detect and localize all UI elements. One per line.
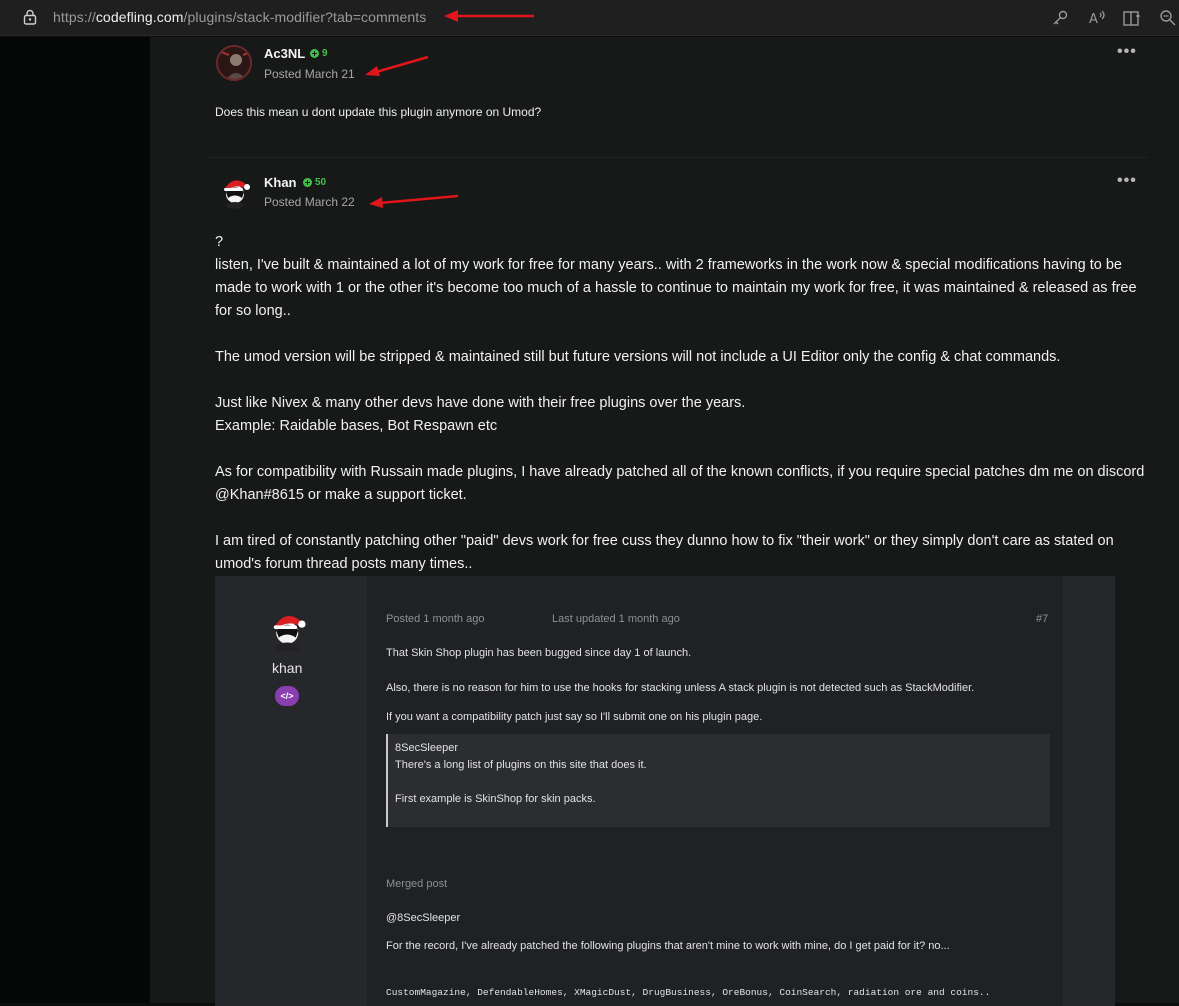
khan-avatar-image — [273, 616, 306, 651]
annotation-arrow — [365, 55, 429, 76]
quote-author: 8SecSleeper — [395, 742, 458, 754]
avatar-image — [218, 47, 250, 79]
reputation-badge: 50 — [303, 177, 326, 188]
divider — [208, 157, 1148, 158]
merged-post-label: Merged post — [386, 878, 448, 890]
plus-icon — [310, 49, 319, 58]
plugin-list: CustomMagazine, DefendableHomes, XMagicD… — [386, 987, 991, 998]
comment-body: Does this mean u dont update this plugin… — [215, 105, 542, 119]
embedded-mention: @8SecSleeper — [386, 912, 461, 924]
paragraph: listen, I've built & maintained a lot of… — [215, 257, 1137, 319]
url-path: /plugins/stack-modifier?tab=comments — [183, 9, 427, 25]
developer-badge: </> — [275, 686, 299, 706]
embedded-post-number: #7 — [1036, 613, 1049, 625]
author-name[interactable]: Khan — [264, 175, 297, 190]
address-bar[interactable]: https://codefling.com/plugins/stack-modi… — [0, 0, 1179, 36]
url-text[interactable]: https://codefling.com/plugins/stack-modi… — [53, 9, 426, 25]
paragraph: As for compatibility with Russain made p… — [215, 464, 1145, 503]
url-prefix: https:// — [53, 9, 96, 25]
avatar[interactable] — [216, 45, 252, 81]
zoom-icon[interactable] — [1158, 8, 1178, 28]
more-options-icon[interactable]: ••• — [1117, 43, 1137, 61]
quote-line: There's a long list of plugins on this s… — [395, 759, 647, 771]
embedded-username: khan — [272, 660, 303, 676]
quote-line: First example is SkinShop for skin packs… — [395, 793, 596, 805]
paragraph: ? — [215, 234, 224, 250]
paragraph: Example: Raidable bases, Bot Respawn etc — [215, 418, 498, 434]
paragraph: I am tired of constantly patching other … — [215, 533, 1114, 572]
reading-view-icon[interactable] — [1122, 8, 1142, 28]
reputation-badge: 9 — [310, 48, 328, 59]
annotation-arrow — [369, 194, 459, 208]
embedded-screenshot[interactable]: khan </> Posted 1 month ago Last updated… — [215, 576, 1115, 1006]
lock-icon — [23, 9, 37, 25]
comments-panel: Ac3NL 9 Posted March 21 ••• Does this me… — [150, 37, 1179, 1006]
embedded-quote: 8SecSleeper There's a long list of plugi… — [386, 734, 1050, 827]
embedded-updated: Last updated 1 month ago — [552, 613, 680, 625]
key-icon[interactable] — [1050, 8, 1070, 28]
comment-body: ? listen, I've built & maintained a lot … — [215, 231, 1150, 576]
paragraph: The umod version will be stripped & main… — [215, 349, 1061, 365]
embedded-line: That Skin Shop plugin has been bugged si… — [386, 647, 692, 659]
paragraph: Just like Nivex & many other devs have d… — [215, 395, 746, 411]
annotation-arrow — [444, 10, 534, 22]
plus-icon — [303, 178, 312, 187]
reputation-count: 50 — [315, 177, 327, 188]
left-sidebar — [0, 37, 150, 1003]
embedded-line: Also, there is no reason for him to use … — [386, 682, 975, 694]
embedded-posted: Posted 1 month ago — [386, 613, 485, 625]
author-name[interactable]: Ac3NL — [264, 46, 305, 61]
more-options-icon[interactable]: ••• — [1117, 172, 1137, 190]
svg-text:A: A — [1089, 12, 1098, 27]
post-date[interactable]: Posted March 21 — [264, 67, 355, 81]
embedded-line: For the record, I've already patched the… — [386, 940, 950, 952]
post-date[interactable]: Posted March 22 — [264, 195, 355, 209]
avatar[interactable] — [216, 173, 252, 209]
reputation-count: 9 — [322, 48, 328, 59]
embedded-line: If you want a compatibility patch just s… — [386, 711, 763, 723]
url-domain: codefling.com — [95, 9, 184, 25]
read-aloud-icon[interactable]: A — [1087, 8, 1107, 28]
avatar-image — [216, 173, 252, 209]
